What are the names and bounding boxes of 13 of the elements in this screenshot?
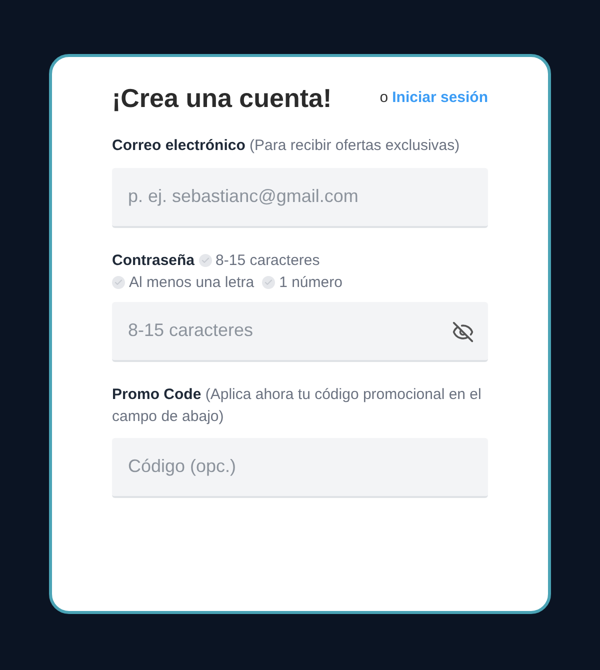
email-field[interactable]: p. ej. sebastianc@gmail.com xyxy=(112,168,488,228)
promo-label: Promo Code (Aplica ahora tu código promocional en el campo de abajo) xyxy=(112,384,482,426)
password-rule: 8-15 caracteres xyxy=(216,250,320,270)
page-title: ¡Crea una cuenta! xyxy=(112,82,332,115)
visibility-toggle-icon[interactable] xyxy=(452,320,474,342)
password-rule: Al menos una letra xyxy=(129,272,254,292)
password-rule: 1 número xyxy=(279,272,342,292)
promo-field[interactable]: Código (opc.) xyxy=(112,438,488,498)
or-text: o xyxy=(380,88,388,108)
password-field[interactable]: 8-15 caracteres xyxy=(112,302,488,362)
password-label: Contraseña xyxy=(112,250,195,270)
email-label: Correo electrónico (Para recibir ofertas exclusivas) xyxy=(112,136,461,156)
login-link[interactable]: Iniciar sesión xyxy=(392,87,488,110)
